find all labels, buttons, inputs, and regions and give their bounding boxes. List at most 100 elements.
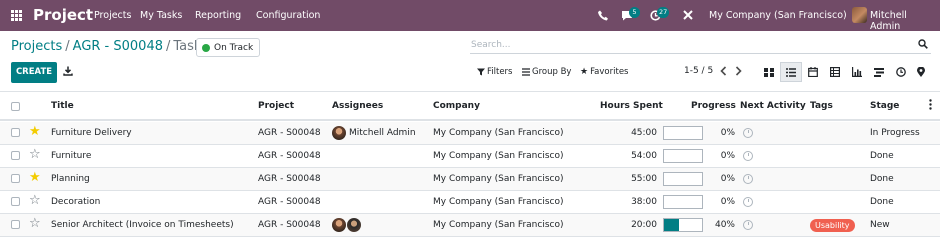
breadcrumb-projects[interactable]: Projects — [11, 39, 62, 54]
user-menu[interactable]: Mitchell Admin — [870, 10, 940, 32]
task-title[interactable]: Furniture — [51, 151, 91, 161]
table-row[interactable]: ★ Furniture Delivery AGR - S00048 Mitchell … — [0, 122, 940, 145]
row-checkbox[interactable] — [11, 197, 20, 206]
row-checkbox[interactable] — [11, 128, 20, 137]
pivot-view-button[interactable] — [824, 62, 846, 82]
column-next-activity[interactable]: Next Activity — [740, 101, 806, 111]
task-project: AGR - S00048 — [258, 128, 321, 138]
column-tags[interactable]: Tags — [810, 101, 833, 111]
select-all-checkbox[interactable] — [11, 102, 20, 111]
group-by-label: Group By — [532, 67, 572, 77]
task-company: My Company (San Francisco) — [433, 197, 564, 207]
pivot-icon — [830, 67, 840, 77]
table-row[interactable]: ★ Planning AGR - S00048 My Company (San Fra… — [0, 168, 940, 191]
assignee-avatar[interactable] — [332, 126, 346, 140]
gantt-view-button[interactable] — [868, 62, 890, 82]
debug-tools-icon[interactable] — [683, 10, 693, 23]
pager-next-icon[interactable] — [735, 66, 742, 79]
task-project: AGR - S00048 — [258, 174, 321, 184]
row-checkbox[interactable] — [11, 151, 20, 160]
group-by-button[interactable]: Group By — [522, 67, 571, 77]
priority-star-icon[interactable]: ★ — [29, 125, 41, 139]
apps-menu-icon[interactable] — [11, 10, 22, 21]
project-status-button[interactable]: On Track — [196, 38, 261, 57]
column-company[interactable]: Company — [433, 101, 480, 111]
download-icon[interactable] — [63, 66, 73, 79]
hours-spent: 20:00 — [631, 220, 657, 230]
priority-star-icon[interactable]: ☆ — [29, 194, 41, 208]
kanban-icon — [764, 67, 774, 77]
menu-projects[interactable]: Projects — [94, 10, 131, 21]
table-row[interactable]: ☆ Senior Architect (Invoice on Timesheets… — [0, 214, 940, 237]
search-input[interactable]: Search... — [470, 37, 931, 54]
list-view-button[interactable] — [780, 62, 802, 82]
activities-count-badge: 27 — [657, 7, 670, 18]
column-title[interactable]: Title — [51, 101, 74, 111]
tag-badge[interactable]: Usability — [810, 219, 855, 232]
messages-count-badge: 5 — [629, 7, 640, 18]
progress-value: 0% — [720, 128, 735, 138]
column-progress[interactable]: Progress — [691, 101, 736, 111]
search-placeholder: Search... — [471, 40, 511, 50]
pager-value[interactable]: 1-5 / 5 — [684, 66, 713, 76]
column-assignees[interactable]: Assignees — [332, 101, 383, 111]
task-project: AGR - S00048 — [258, 151, 321, 161]
column-stage[interactable]: Stage — [870, 101, 899, 111]
task-title[interactable]: Decoration — [51, 197, 100, 207]
task-title[interactable]: Furniture Delivery — [51, 128, 132, 138]
menu-reporting[interactable]: Reporting — [195, 10, 241, 21]
column-project[interactable]: Project — [258, 101, 294, 111]
status-dot-icon — [202, 43, 210, 52]
next-activity-clock-icon[interactable] — [743, 174, 753, 184]
kanban-view-button[interactable] — [758, 62, 780, 82]
map-view-button[interactable] — [910, 62, 932, 82]
gantt-icon — [874, 67, 884, 77]
create-button[interactable]: CREATE — [11, 62, 57, 83]
row-checkbox[interactable] — [11, 174, 20, 183]
next-activity-clock-icon[interactable] — [743, 197, 753, 207]
table-header: Title Project Assignees Company Hours Sp… — [0, 91, 940, 121]
menu-my-tasks[interactable]: My Tasks — [140, 10, 182, 21]
priority-star-icon[interactable]: ☆ — [29, 217, 41, 231]
user-avatar[interactable] — [852, 7, 867, 23]
hours-spent: 54:00 — [631, 151, 657, 161]
assignee-avatar[interactable] — [332, 218, 346, 232]
row-checkbox[interactable] — [11, 220, 20, 229]
company-switcher[interactable]: My Company (San Francisco) — [709, 10, 847, 21]
progress-value: 0% — [720, 151, 735, 161]
filters-button[interactable]: Filters — [477, 67, 512, 77]
favorites-button[interactable]: ★ Favorites — [580, 67, 628, 77]
menu-configuration[interactable]: Configuration — [256, 10, 320, 21]
task-company: My Company (San Francisco) — [433, 174, 564, 184]
activity-view-button[interactable] — [890, 62, 912, 82]
search-icon[interactable] — [918, 39, 928, 52]
table-row[interactable]: ☆ Furniture AGR - S00048 My Company (San Fr… — [0, 145, 940, 168]
next-activity-clock-icon[interactable] — [743, 220, 753, 230]
next-activity-clock-icon[interactable] — [743, 128, 753, 138]
pager-previous-icon[interactable] — [720, 66, 727, 79]
calendar-view-button[interactable] — [802, 62, 824, 82]
next-activity-clock-icon[interactable] — [743, 151, 753, 161]
optional-columns-kebab-icon[interactable] — [929, 99, 932, 113]
progress-bar — [663, 126, 703, 140]
task-title[interactable]: Planning — [51, 174, 90, 184]
task-stage: Done — [870, 174, 894, 184]
assignee-avatar[interactable] — [347, 218, 361, 232]
progress-bar — [663, 149, 703, 163]
breadcrumb: Projects / AGR - S00048/Tasks — [11, 39, 209, 54]
app-title[interactable]: Project — [33, 6, 93, 24]
graph-view-button[interactable] — [846, 62, 868, 82]
group-by-icon — [522, 68, 530, 76]
assignee-name: Mitchell Admin — [349, 128, 416, 138]
table-row[interactable]: ☆ Decoration AGR - S00048 My Company (San F… — [0, 191, 940, 214]
priority-star-icon[interactable]: ★ — [29, 171, 41, 185]
phone-icon[interactable] — [598, 10, 608, 24]
list-icon — [786, 67, 796, 77]
breadcrumb-project[interactable]: AGR - S00048 — [73, 39, 163, 54]
task-title[interactable]: Senior Architect (Invoice on Timesheets) — [51, 220, 234, 230]
column-hours-spent[interactable]: Hours Spent — [600, 101, 663, 111]
priority-star-icon[interactable]: ☆ — [29, 148, 41, 162]
task-company: My Company (San Francisco) — [433, 220, 564, 230]
top-navbar: Project Projects My Tasks Reporting Conf… — [0, 0, 940, 32]
task-stage: In Progress — [870, 128, 920, 138]
